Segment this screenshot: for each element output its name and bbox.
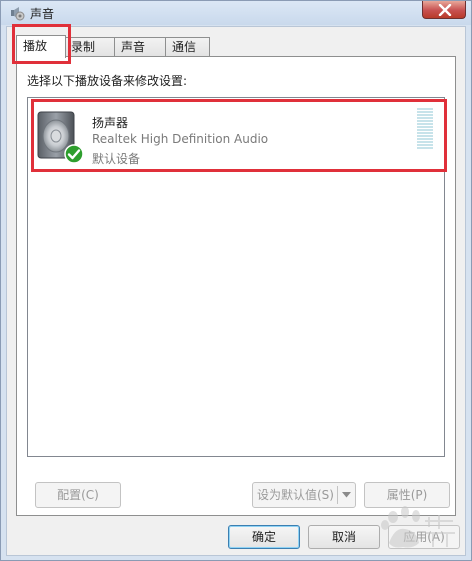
tab-communications-label: 通信 — [172, 40, 197, 54]
set-default-button[interactable]: 设为默认值(S) — [257, 483, 334, 507]
default-check-icon — [64, 144, 84, 164]
device-name: 扬声器 — [92, 116, 129, 130]
sound-app-icon — [11, 7, 25, 21]
dialog-client-area: 录制 声音 通信 播放 选择以下播放设备来修改设置: 扬声器 Realtek H… — [6, 26, 466, 556]
tab-recording-label: 录制 — [71, 40, 96, 54]
close-button[interactable] — [422, 1, 466, 19]
cancel-button[interactable]: 取消 — [308, 525, 380, 549]
tab-sounds-label: 声音 — [121, 40, 146, 54]
tab-sounds[interactable]: 声音 — [114, 37, 166, 56]
volume-level-meter — [417, 108, 433, 150]
configure-button[interactable]: 配置(C) — [35, 482, 121, 508]
playback-tab-page: 选择以下播放设备来修改设置: 扬声器 Realtek High Definiti… — [16, 56, 456, 516]
tab-playback[interactable]: 播放 — [16, 35, 66, 58]
close-icon — [438, 4, 452, 16]
instruction-text: 选择以下播放设备来修改设置: — [27, 74, 188, 88]
sound-dialog-window: 声音 录制 声音 通信 播放 选择以下播放设备来修改设置: 扬声器 Realte… — [0, 0, 472, 561]
device-status: 默认设备 — [92, 152, 141, 166]
device-description: Realtek High Definition Audio — [92, 132, 269, 146]
playback-device-list[interactable]: 扬声器 Realtek High Definition Audio 默认设备 — [27, 97, 445, 457]
title-bar[interactable]: 声音 — [1, 1, 471, 25]
set-default-split-button[interactable]: 设为默认值(S) — [252, 482, 356, 508]
properties-button[interactable]: 属性(P) — [364, 482, 450, 508]
ok-button[interactable]: 确定 — [228, 525, 300, 549]
dropdown-arrow-icon[interactable] — [342, 492, 351, 498]
split-separator — [337, 486, 338, 504]
apply-button[interactable]: 应用(A) — [388, 525, 460, 549]
window-title: 声音 — [30, 7, 55, 21]
tab-recording[interactable]: 录制 — [64, 37, 115, 56]
tab-communications[interactable]: 通信 — [165, 37, 210, 56]
tab-playback-label: 播放 — [23, 39, 48, 53]
device-item-speakers[interactable]: 扬声器 Realtek High Definition Audio 默认设备 — [30, 100, 442, 168]
